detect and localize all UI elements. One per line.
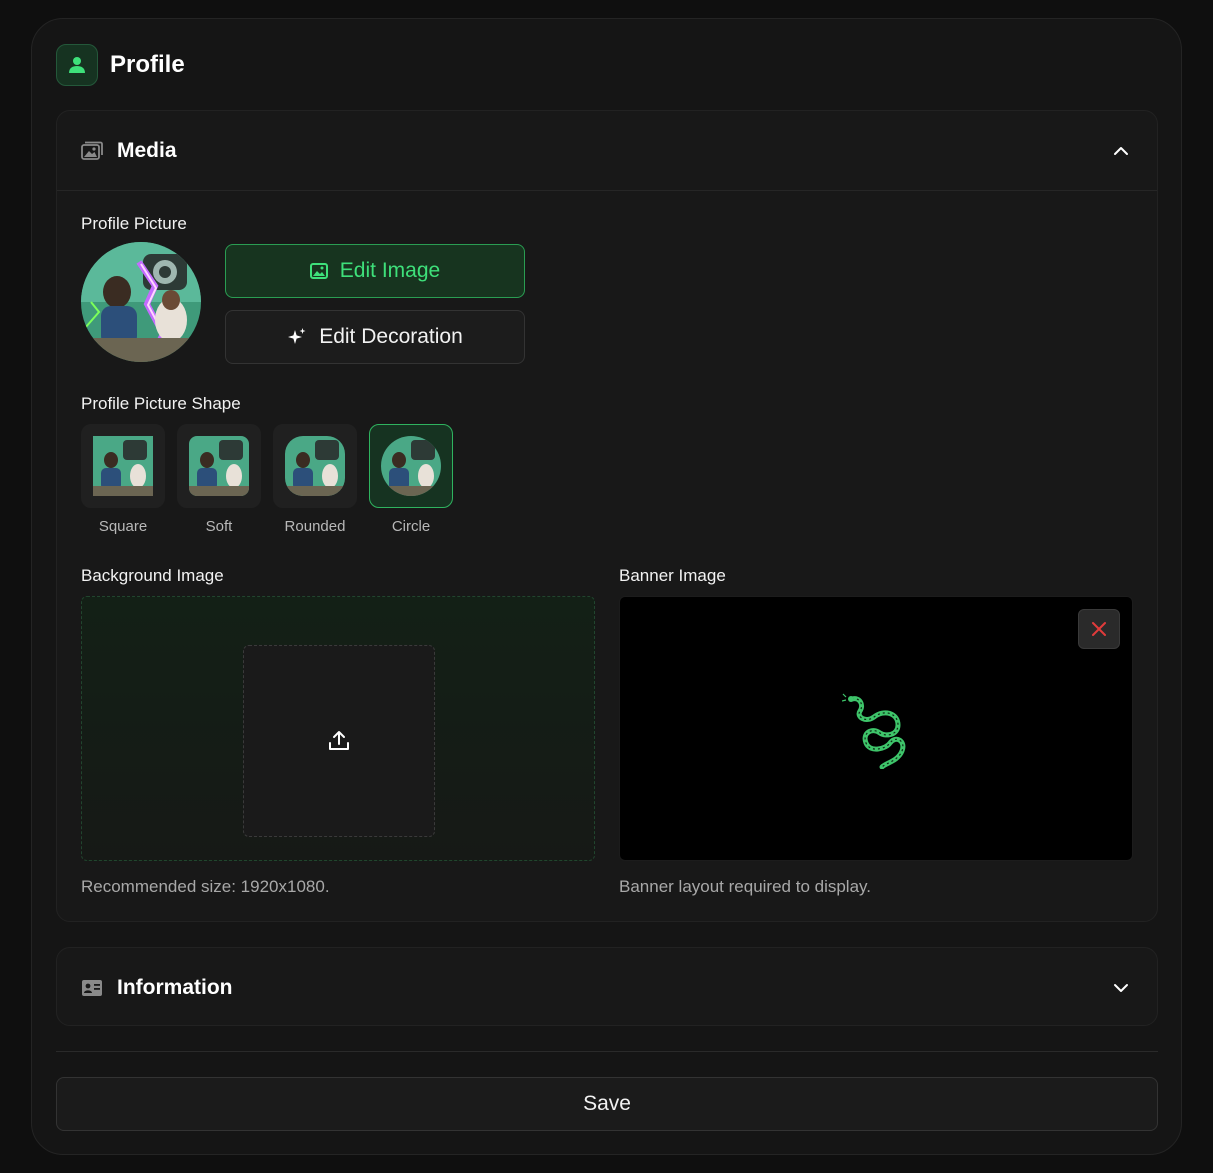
avatar	[81, 242, 201, 362]
page-title: Profile	[110, 51, 185, 78]
edit-image-label: Edit Image	[339, 259, 441, 282]
user-icon	[56, 44, 98, 86]
banner-hint: Banner layout required to display.	[619, 877, 872, 896]
shape-box[interactable]	[273, 424, 357, 508]
sparkles-icon	[288, 328, 306, 344]
banner-image-label: Banner Image	[619, 566, 726, 585]
section-divider	[57, 190, 1157, 191]
background-image-label: Background Image	[81, 566, 224, 585]
edit-decoration-label: Edit Decoration	[319, 325, 463, 348]
shape-box[interactable]	[81, 424, 165, 508]
profile-panel: Profile Media Profile Picture Edit Image…	[31, 18, 1182, 1155]
background-hint: Recommended size: 1920x1080.	[81, 877, 330, 896]
information-section-title: Information	[117, 975, 233, 999]
shape-thumbnail	[189, 436, 249, 496]
chevron-up-icon[interactable]	[1111, 141, 1131, 161]
shape-name: Soft	[205, 518, 233, 535]
edit-decoration-button[interactable]: Edit Decoration	[225, 310, 525, 364]
upload-icon	[329, 731, 349, 750]
shape-option-square[interactable]: Square	[81, 424, 165, 535]
shape-thumbnail	[285, 436, 345, 496]
media-section-title: Media	[117, 138, 177, 162]
shape-label: Profile Picture Shape	[81, 394, 241, 413]
banner-preview	[619, 596, 1133, 861]
information-section-header[interactable]: Information	[57, 948, 1157, 1027]
shape-name: Rounded	[284, 518, 346, 535]
save-button[interactable]: Save	[56, 1077, 1158, 1131]
shape-option-soft[interactable]: Soft	[177, 424, 261, 535]
shape-option-circle[interactable]: Circle	[369, 424, 453, 535]
profile-header: Profile	[56, 44, 185, 86]
shape-options: Square Soft Rounded Circle	[81, 424, 453, 535]
shape-option-rounded[interactable]: Rounded	[273, 424, 357, 535]
information-section: Information	[56, 947, 1158, 1026]
shape-box[interactable]	[177, 424, 261, 508]
upload-area[interactable]	[243, 645, 435, 837]
remove-banner-button[interactable]	[1078, 609, 1120, 649]
id-card-icon	[81, 977, 103, 999]
close-icon	[1092, 622, 1106, 636]
shape-thumbnail	[93, 436, 153, 496]
background-dropzone[interactable]	[81, 596, 595, 861]
shape-name: Square	[98, 518, 148, 535]
image-icon	[309, 263, 328, 279]
shape-box-selected[interactable]	[369, 424, 453, 508]
media-section: Media Profile Picture Edit Image Edit De…	[56, 110, 1158, 922]
shape-thumbnail	[381, 436, 441, 496]
media-section-header[interactable]: Media	[57, 111, 1157, 190]
snake-logo	[842, 693, 906, 769]
images-icon	[81, 140, 103, 162]
edit-image-button[interactable]: Edit Image	[225, 244, 525, 298]
profile-picture-label: Profile Picture	[81, 214, 187, 233]
shape-name: Circle	[391, 518, 431, 535]
footer-divider	[56, 1051, 1158, 1052]
chevron-down-icon[interactable]	[1111, 978, 1131, 998]
